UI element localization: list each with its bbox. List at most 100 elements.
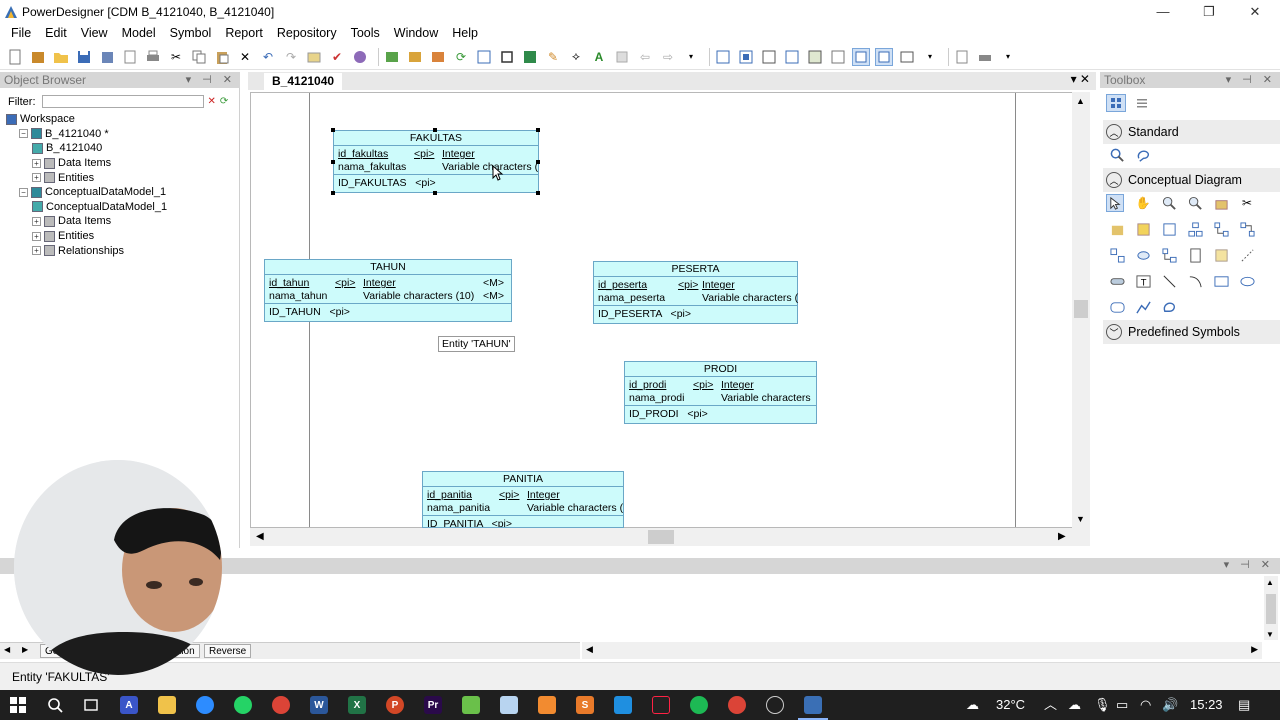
toolbar-overflow-icon[interactable]: ▾ (682, 48, 700, 66)
browser-mode-icon[interactable] (875, 47, 893, 66)
view-icon[interactable] (829, 48, 847, 66)
new-file-icon[interactable] (6, 48, 24, 66)
output-vertical-scrollbar[interactable]: ▲ ▼ (1264, 576, 1278, 640)
scroll-right-icon[interactable]: ▶ (1251, 644, 1258, 655)
apply-filter-icon[interactable]: ⟳ (220, 96, 228, 107)
grabber-hand-icon[interactable]: ✋ (1134, 194, 1152, 212)
polygon-tool-icon[interactable] (1160, 298, 1178, 316)
menu-repository[interactable]: Repository (270, 26, 344, 40)
page-layout-icon[interactable] (760, 48, 778, 66)
tab-scroll-left-icon[interactable]: ◀ (4, 645, 10, 654)
scroll-up-icon[interactable]: ▲ (1076, 96, 1085, 106)
toolbox-section-conceptual-diagram[interactable]: ︿ Conceptual Diagram (1103, 168, 1280, 192)
app-icon[interactable]: A (120, 696, 138, 714)
menu-view[interactable]: View (74, 26, 115, 40)
entity-fakultas[interactable]: FAKULTAS id_fakultas <pi> Integer nama_fakul… (333, 130, 539, 193)
zoom-fit-icon[interactable] (783, 48, 801, 66)
menu-edit[interactable]: Edit (38, 26, 74, 40)
file-tool-icon[interactable] (1186, 246, 1204, 264)
generate-icon[interactable] (383, 48, 401, 66)
back-icon[interactable]: ⇦ (636, 48, 654, 66)
selection-handle[interactable] (536, 160, 540, 164)
menu-report[interactable]: Report (218, 26, 270, 40)
entity-attribute-row[interactable]: nama_fakultas Variable characters ( (338, 161, 538, 174)
tray-overflow-icon[interactable]: ︿ (1044, 690, 1057, 720)
weather-icon[interactable]: ☁ (966, 690, 979, 720)
delete-tool-icon[interactable]: ✂ (1238, 194, 1256, 212)
tree-node[interactable]: B_4121040 (6, 141, 167, 156)
chrome-icon[interactable] (272, 696, 290, 714)
close-button[interactable]: ✕ (1232, 0, 1278, 23)
entity-attribute-row[interactable]: id_prodi <pi> Integer (629, 379, 812, 392)
association-tool-icon[interactable] (1238, 220, 1256, 238)
save-icon[interactable] (75, 48, 93, 66)
entity-attribute-row[interactable]: id_panitia <pi> Integer (427, 489, 619, 502)
tab-controls-icon[interactable]: ▾ ✕ (1071, 72, 1090, 86)
collapse-icon[interactable]: − (19, 187, 28, 197)
open-package-icon[interactable] (1212, 194, 1230, 212)
tree-node[interactable]: + Entities (6, 170, 167, 185)
save-all-icon[interactable] (98, 48, 116, 66)
shape-icon[interactable] (498, 48, 516, 66)
diagram-vertical-scrollbar[interactable]: ▲ ▼ (1072, 92, 1090, 528)
pointer-mode-icon[interactable] (852, 47, 870, 66)
forward-icon[interactable]: ⇨ (659, 48, 677, 66)
entity-attribute-row[interactable]: nama_tahun Variable characters (10) <M> (269, 290, 507, 303)
toolbar-overflow-icon[interactable]: ▾ (999, 48, 1017, 66)
selection-handle[interactable] (331, 191, 335, 195)
package-icon[interactable] (406, 48, 424, 66)
notification-icon[interactable]: ▤ (1238, 690, 1250, 720)
association-link-tool-icon[interactable] (1108, 246, 1126, 264)
zoom-in-icon[interactable] (1160, 194, 1178, 212)
expand-icon[interactable]: + (32, 216, 41, 226)
ellipse-tool-icon[interactable] (1238, 272, 1256, 290)
sublime-icon[interactable]: S (576, 696, 594, 714)
vertical-scroll-thumb[interactable] (1074, 300, 1088, 318)
clear-filter-icon[interactable]: ✕ (208, 96, 216, 107)
expand-icon[interactable]: + (32, 158, 41, 168)
entity-attribute-row[interactable]: nama_prodi Variable characters (629, 392, 812, 405)
chrome-profile-icon[interactable] (728, 696, 746, 714)
scroll-down-icon[interactable]: ▼ (1266, 630, 1274, 639)
toolbar-overflow-icon[interactable]: ▾ (921, 48, 939, 66)
zoom-window-icon[interactable] (806, 48, 824, 66)
toolbox-section-predefined-symbols[interactable]: ﹀ Predefined Symbols (1103, 320, 1280, 344)
maximize-button[interactable]: ❐ (1186, 0, 1232, 23)
task-view-icon[interactable] (82, 696, 100, 714)
compare-icon[interactable] (475, 48, 493, 66)
output-scroll-thumb[interactable] (1266, 594, 1276, 624)
menu-symbol[interactable]: Symbol (163, 26, 219, 40)
panel-controls-icon[interactable]: ▾ ⊣ ✕ (1226, 72, 1276, 88)
undo-icon[interactable]: ↶ (259, 48, 277, 66)
powerpoint-icon[interactable]: P (386, 696, 404, 714)
collapse-icon[interactable]: − (19, 129, 28, 139)
relationship-tool-icon[interactable] (1212, 220, 1230, 238)
rounded-rectangle-tool-icon[interactable] (1108, 298, 1126, 316)
link-tool-icon[interactable] (1134, 246, 1152, 264)
table-tool-icon[interactable] (1160, 220, 1178, 238)
tree-link-tool-icon[interactable] (1160, 246, 1178, 264)
open-folder-icon[interactable] (52, 48, 70, 66)
selection-handle[interactable] (536, 128, 540, 132)
panel-controls-icon[interactable]: ▾ ⊣ ✕ (186, 72, 236, 88)
text-tool-icon[interactable]: T (1134, 272, 1152, 290)
copy-icon[interactable] (190, 48, 208, 66)
tree-node[interactable]: + Relationships (6, 243, 167, 258)
scroll-left-icon[interactable]: ◀ (586, 644, 593, 655)
list-view-icon[interactable] (1132, 94, 1152, 112)
package-tool-icon[interactable] (1108, 220, 1126, 238)
tab-b-4121040[interactable]: B_4121040 (264, 73, 343, 90)
tree-node[interactable]: − B_4121040 * (6, 127, 167, 142)
onedrive-icon[interactable]: ☁ (1068, 690, 1081, 720)
temperature[interactable]: 32°C (996, 690, 1025, 720)
polyline-tool-icon[interactable] (1134, 298, 1152, 316)
entity-attribute-row[interactable]: id_peserta <pi> Integer (598, 279, 793, 292)
tree-node[interactable]: − ConceptualDataModel_1 (6, 185, 167, 200)
print-icon[interactable] (144, 48, 162, 66)
file-explorer-icon[interactable] (158, 696, 176, 714)
spreadsheet-icon[interactable] (521, 48, 539, 66)
selection-handle[interactable] (433, 128, 437, 132)
menu-window[interactable]: Window (387, 26, 445, 40)
entity-attribute-row[interactable]: nama_panitia Variable characters ( (427, 502, 623, 515)
selection-handle[interactable] (331, 160, 335, 164)
